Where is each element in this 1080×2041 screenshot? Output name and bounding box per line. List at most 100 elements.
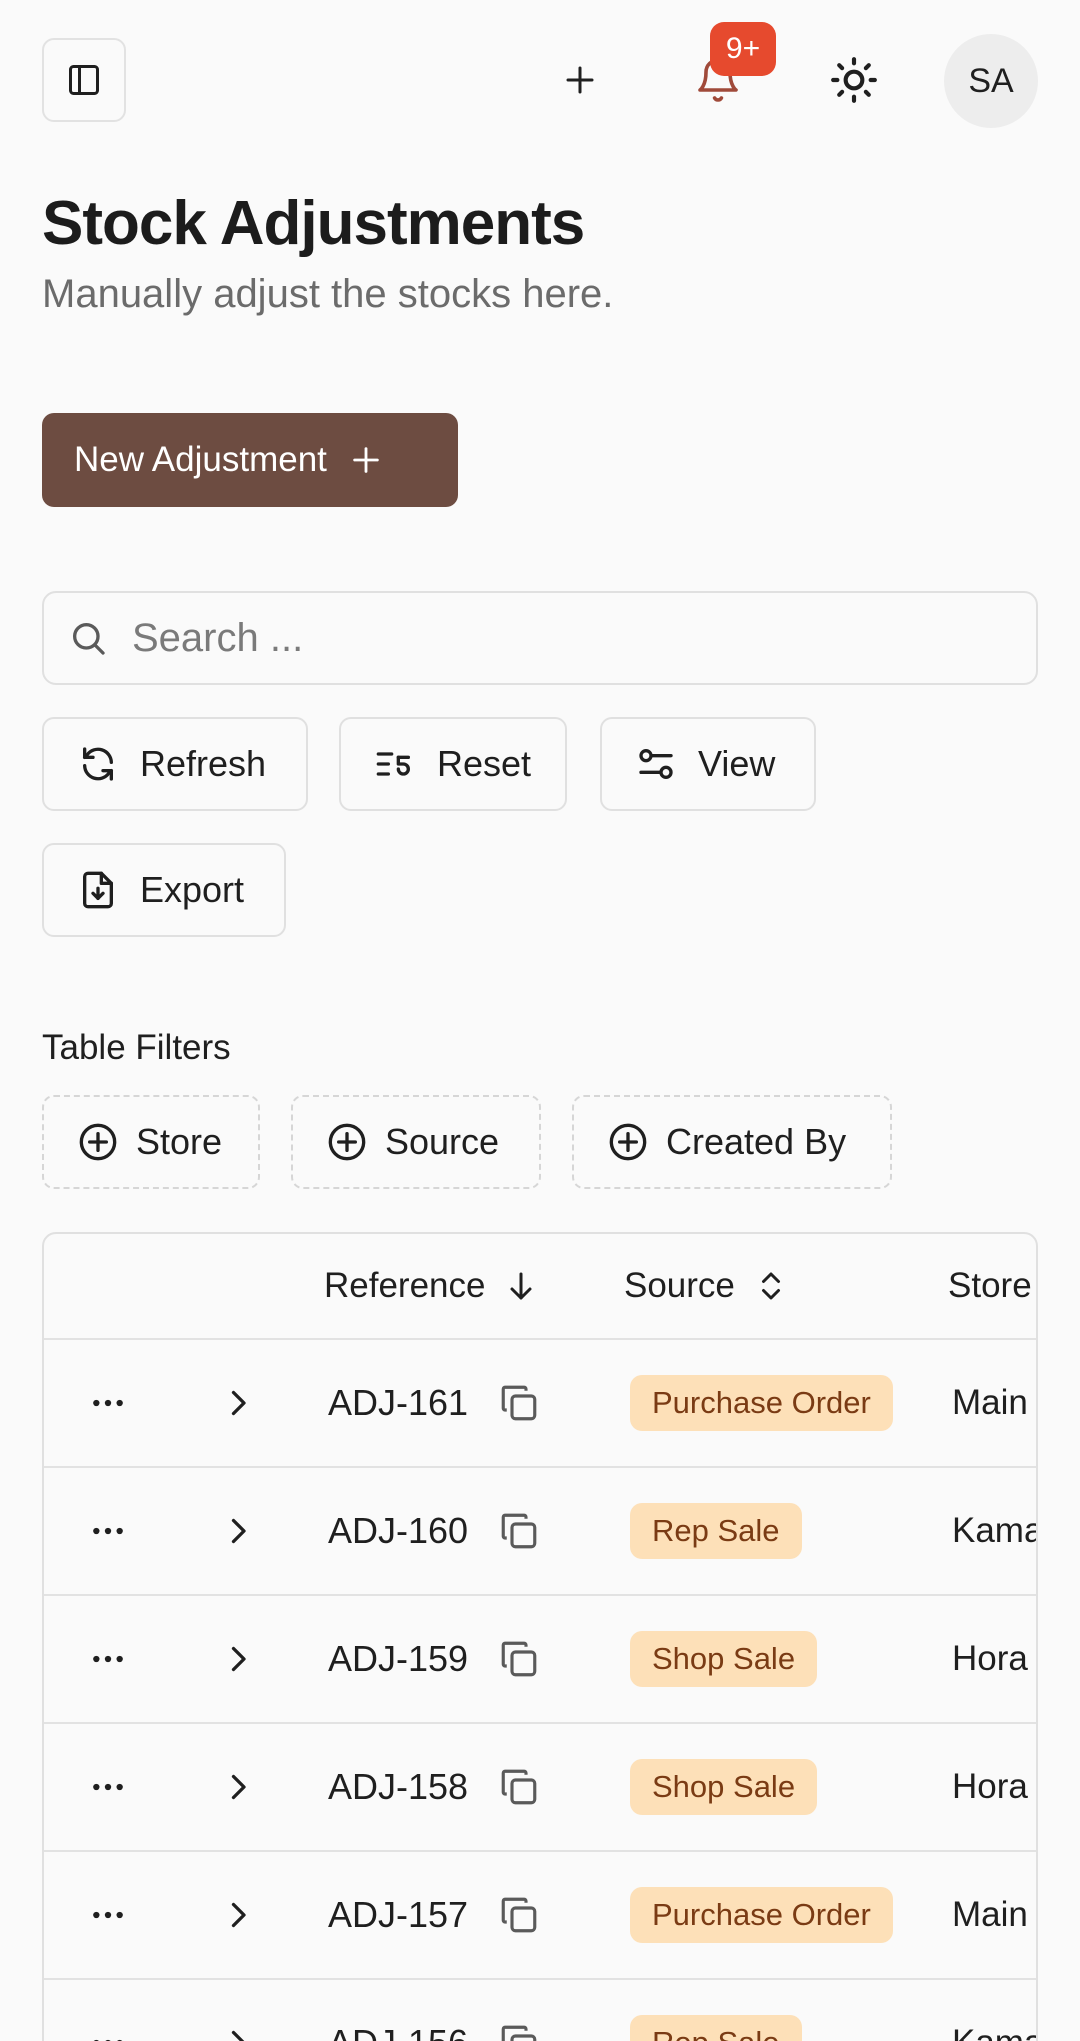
copy-icon[interactable] (498, 1382, 540, 1424)
source-badge: Rep Sale (630, 2015, 802, 2041)
more-horizontal-icon (88, 1895, 128, 1935)
reference-cell: ADJ-159 (328, 1596, 540, 1722)
column-reference[interactable]: Reference (324, 1234, 539, 1338)
chevron-right-icon (220, 1513, 256, 1549)
plus-circle-icon (327, 1122, 367, 1162)
search-input[interactable] (132, 615, 982, 661)
source-badge: Purchase Order (630, 1887, 893, 1943)
source-cell: Purchase Order (630, 1340, 893, 1466)
chevron-right-icon (220, 1897, 256, 1933)
table-row[interactable]: ADJ-158 Shop Sale Hora (44, 1724, 1036, 1852)
row-expand-button[interactable] (220, 1596, 256, 1722)
source-badge: Shop Sale (630, 1759, 818, 1815)
more-horizontal-icon (88, 2023, 128, 2041)
store-cell: Hora (952, 1596, 1028, 1722)
export-button[interactable]: Export (42, 843, 286, 937)
page-title: Stock Adjustments (42, 189, 585, 258)
chevron-right-icon (220, 1769, 256, 1805)
filter-source-button[interactable]: Source (291, 1095, 541, 1189)
new-adjustment-label: New Adjustment (74, 440, 327, 479)
reference-value: ADJ-157 (328, 1894, 469, 1935)
reference-cell: ADJ-160 (328, 1468, 540, 1594)
filter-created-by-button[interactable]: Created By (572, 1095, 892, 1189)
export-label: Export (140, 869, 245, 910)
reference-value: ADJ-156 (328, 2022, 468, 2041)
theme-toggle-button[interactable] (814, 40, 894, 120)
row-actions-button[interactable] (88, 1724, 128, 1850)
column-store[interactable]: Store (948, 1234, 1032, 1338)
view-label: View (698, 743, 776, 784)
reference-value: ADJ-160 (328, 1510, 469, 1551)
reference-value: ADJ-158 (328, 1766, 469, 1807)
row-expand-button[interactable] (220, 1724, 256, 1850)
source-cell: Shop Sale (630, 1596, 818, 1722)
arrow-down-icon (503, 1268, 539, 1304)
row-actions-button[interactable] (88, 1340, 128, 1466)
source-badge: Shop Sale (630, 1631, 818, 1687)
copy-icon[interactable] (498, 1894, 540, 1936)
plus-icon (349, 443, 383, 477)
source-badge: Purchase Order (630, 1375, 893, 1431)
store-cell: Main (952, 1852, 1028, 1978)
table-row[interactable]: ADJ-160 Rep Sale Kama (44, 1468, 1036, 1596)
chevrons-up-down-icon (753, 1268, 789, 1304)
plus-circle-icon (608, 1122, 648, 1162)
reset-label: Reset (437, 743, 532, 784)
sliders-icon (636, 744, 676, 784)
row-actions-button[interactable] (88, 1468, 128, 1594)
row-expand-button[interactable] (220, 1340, 256, 1466)
plus-icon (562, 62, 598, 98)
search-box[interactable] (42, 591, 1038, 685)
row-actions-button[interactable] (88, 1596, 128, 1722)
more-horizontal-icon (88, 1511, 128, 1551)
filter-store-button[interactable]: Store (42, 1095, 260, 1189)
reference-value: ADJ-159 (328, 1638, 469, 1679)
row-actions-button[interactable] (88, 1980, 128, 2041)
store-value: Kama (952, 1511, 1038, 1550)
copy-icon[interactable] (498, 1638, 540, 1680)
page-subtitle: Manually adjust the stocks here. (42, 272, 614, 316)
row-expand-button[interactable] (220, 1852, 256, 1978)
sidebar-icon (66, 62, 102, 98)
file-download-icon (78, 870, 118, 910)
view-button[interactable]: View (600, 717, 816, 811)
row-actions-button[interactable] (88, 1852, 128, 1978)
quick-add-button[interactable] (540, 40, 620, 120)
store-cell: Kama (952, 1468, 1038, 1594)
store-cell: Hora (952, 1724, 1028, 1850)
table-row[interactable]: ADJ-157 Purchase Order Main (44, 1852, 1036, 1980)
reference-value: ADJ-161 (328, 1382, 469, 1423)
reference-cell: ADJ-157 (328, 1852, 540, 1978)
copy-icon[interactable] (498, 1766, 540, 1808)
table-filters-label: Table Filters (42, 1028, 231, 1067)
table-row[interactable]: ADJ-161 Purchase Order Main (44, 1340, 1036, 1468)
new-adjustment-button[interactable]: New Adjustment (42, 413, 458, 507)
table-row[interactable]: ADJ-156 Rep Sale Kama (44, 1980, 1036, 2041)
reset-button[interactable]: Reset (339, 717, 567, 811)
copy-icon[interactable] (498, 2022, 540, 2041)
column-store-label: Store (948, 1266, 1032, 1305)
more-horizontal-icon (88, 1767, 128, 1807)
store-value: Kama (952, 2023, 1036, 2041)
store-value: Hora (952, 1639, 1028, 1678)
source-cell: Purchase Order (630, 1852, 893, 1978)
chevron-right-icon (220, 1385, 256, 1421)
store-value: Main (952, 1895, 1028, 1934)
store-cell: Kama (952, 1980, 1036, 2041)
row-expand-button[interactable] (220, 1980, 256, 2041)
source-cell: Rep Sale (630, 1980, 802, 2041)
copy-icon[interactable] (498, 1510, 540, 1552)
table-header: Reference Source Store (44, 1234, 1036, 1340)
column-reference-label: Reference (324, 1266, 486, 1305)
filter-created-by-label: Created By (666, 1121, 847, 1162)
refresh-label: Refresh (140, 743, 267, 784)
column-source[interactable]: Source (624, 1234, 789, 1338)
row-expand-button[interactable] (220, 1468, 256, 1594)
reference-cell: ADJ-158 (328, 1724, 540, 1850)
source-cell: Shop Sale (630, 1724, 818, 1850)
table-row[interactable]: ADJ-159 Shop Sale Hora (44, 1596, 1036, 1724)
sidebar-toggle-button[interactable] (42, 38, 126, 122)
source-badge: Rep Sale (630, 1503, 802, 1559)
user-avatar[interactable]: SA (944, 34, 1038, 128)
refresh-button[interactable]: Refresh (42, 717, 308, 811)
